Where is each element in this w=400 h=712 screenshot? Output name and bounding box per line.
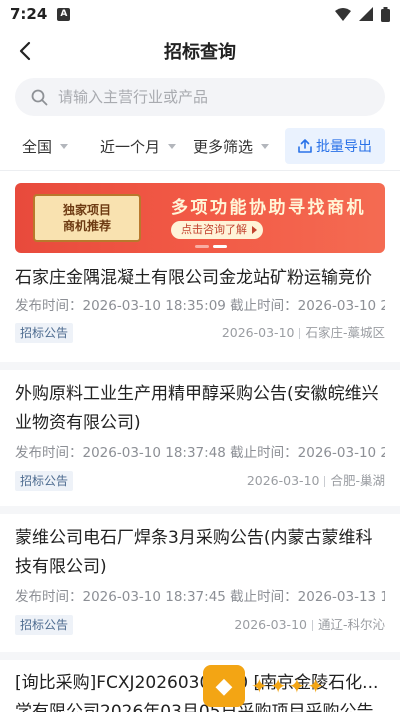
period-filter[interactable]: 近一个月 [100, 128, 177, 164]
caret-down-icon [261, 143, 270, 149]
banner-title: 多项功能协助寻找商机 [171, 198, 366, 218]
tender-tag: 招标公告 [15, 615, 74, 635]
banner-badge-line1: 独家项目 [62, 203, 111, 217]
list-divider [0, 506, 400, 514]
banner-badge: 独家项目 商机推荐 [33, 194, 141, 242]
tender-date: 2026-03-10 [234, 617, 307, 632]
wifi-icon [335, 7, 351, 21]
carousel-indicator [195, 245, 227, 248]
divider [0, 170, 400, 171]
region-filter-label: 全国 [22, 137, 53, 156]
search-icon [31, 89, 48, 105]
caret-down-icon [168, 143, 177, 149]
separator [299, 327, 301, 339]
tender-title: 蒙维公司电石厂焊条3月采购公告(内蒙古蒙维科技有限公司) [15, 528, 373, 577]
search-input[interactable] [58, 88, 358, 106]
search-bar[interactable] [15, 78, 385, 116]
list-divider [0, 362, 400, 370]
list-divider [0, 652, 400, 660]
back-button[interactable] [10, 36, 40, 66]
tender-location: 通辽-科尔沁 [317, 617, 385, 632]
region-filter[interactable]: 全国 [22, 128, 69, 164]
top-nav-bar: 招标查询 [0, 28, 400, 74]
batch-export-button[interactable]: 批量导出 [285, 128, 385, 164]
batch-export-label: 批量导出 [316, 139, 372, 155]
tender-list-item[interactable]: 外购原料工业生产用精甲醇采购公告(安徽皖维兴业物资有限公司) 发布时间：2026… [0, 380, 400, 493]
tender-time: 发布时间：2026-03-10 18:35:09 截止时间：2026-03-10… [15, 298, 385, 314]
period-filter-label: 近一个月 [100, 137, 161, 156]
more-filters-label: 更多筛选 [193, 137, 254, 156]
tender-meta-right: 2026-03-10 通辽-科尔沁 [234, 615, 385, 635]
tender-date: 2026-03-10 [221, 325, 295, 340]
banner-badge-line2: 商机推荐 [62, 219, 111, 233]
signal-icon [359, 7, 373, 21]
status-bar: 7:24 A [0, 0, 400, 28]
tender-date: 2026-03-10 [246, 473, 320, 488]
app-notification-icon: A [57, 7, 71, 21]
filter-bar: 全国 近一个月 更多筛选 批量导出 [0, 128, 400, 164]
tender-tag: 招标公告 [15, 323, 74, 343]
tender-meta: 招标公告 2026-03-10 合肥-巢湖 [15, 471, 385, 493]
tender-title: 外购原料工业生产用精甲醇采购公告(安徽皖维兴业物资有限公司) [15, 384, 379, 433]
tender-location: 合肥-巢湖 [330, 473, 385, 488]
tender-meta: 招标公告 2026-03-10 石家庄-藁城区 [15, 323, 385, 345]
more-filters[interactable]: 更多筛选 [193, 128, 270, 164]
watermark-text: ✦✦✦✦ [251, 674, 327, 698]
page-title: 招标查询 [164, 42, 236, 63]
promo-banner[interactable]: 独家项目 商机推荐 多项功能协助寻找商机 点击咨询了解 [15, 183, 385, 253]
watermark-icon: ◆ [203, 665, 245, 707]
caret-down-icon [60, 143, 69, 149]
battery-icon [381, 6, 390, 22]
tender-list-item[interactable]: 石家庄金隅混凝土有限公司金龙站矿粉运输竞价 发布时间：2026-03-10 18… [0, 264, 400, 345]
tender-time: 发布时间：2026-03-10 18:37:48 截止时间：2026-03-10… [15, 445, 385, 461]
separator [311, 619, 313, 631]
tender-list-item[interactable]: 蒙维公司电石厂焊条3月采购公告(内蒙古蒙维科技有限公司) 发布时间：2026-0… [0, 524, 400, 637]
watermark-logo: ◆ ✦✦✦✦ [203, 662, 393, 710]
tender-meta-right: 2026-03-10 石家庄-藁城区 [222, 323, 385, 343]
carousel-dot-active [213, 245, 227, 248]
export-icon [298, 139, 312, 153]
tender-meta: 招标公告 2026-03-10 通辽-科尔沁 [15, 615, 385, 637]
tender-meta-right: 2026-03-10 合肥-巢湖 [247, 471, 385, 491]
status-indicators [335, 6, 390, 22]
chevron-left-icon [19, 41, 31, 61]
tender-title: 石家庄金隅混凝土有限公司金龙站矿粉运输竞价 [15, 268, 372, 288]
status-time: 7:24 [10, 5, 48, 23]
separator [324, 475, 326, 487]
banner-cta-button[interactable]: 点击咨询了解 [171, 221, 263, 239]
tender-location: 石家庄-藁城区 [305, 325, 385, 340]
tender-time: 发布时间：2026-03-10 18:37:45 截止时间：2026-03-13… [15, 589, 385, 605]
tender-tag: 招标公告 [15, 471, 74, 491]
carousel-dot [195, 245, 209, 248]
